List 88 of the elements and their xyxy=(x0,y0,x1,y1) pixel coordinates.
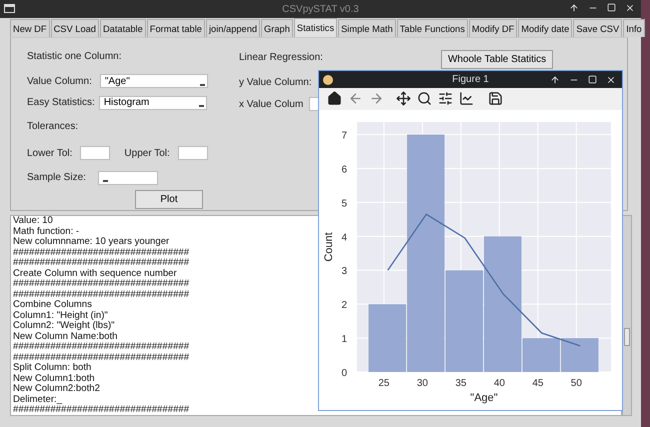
line-chart-button[interactable] xyxy=(459,91,474,106)
y-axis-label: Count xyxy=(323,232,335,262)
x-tick-label: 45 xyxy=(532,378,544,389)
zoom-button[interactable] xyxy=(417,91,432,106)
field-label: y Value Column: xyxy=(239,76,312,88)
log-line: ################################# xyxy=(13,405,190,415)
save-button[interactable] xyxy=(488,91,503,106)
forward-button[interactable] xyxy=(369,91,384,106)
y-tick-label: 4 xyxy=(341,232,347,244)
tab[interactable]: join/append xyxy=(206,19,260,37)
tab[interactable]: Graph xyxy=(261,19,293,37)
keep-above-icon[interactable] xyxy=(550,75,560,85)
section-heading: Statistic one Column: xyxy=(27,51,122,62)
tab[interactable]: Format table xyxy=(146,19,205,37)
x-tick-label: 40 xyxy=(494,378,505,389)
pan-button[interactable] xyxy=(396,91,411,106)
field-label: Easy Statistics: xyxy=(27,97,95,108)
whole-table-statistics-button[interactable]: Whoole Table Statitics xyxy=(440,50,554,68)
tab[interactable]: Datatable xyxy=(100,19,146,37)
y-tick-label: 6 xyxy=(341,164,347,176)
field-label: Value Column: xyxy=(27,76,92,87)
tab[interactable]: Save CSV xyxy=(573,19,622,37)
log-line: ################################# xyxy=(13,248,190,258)
log-line: New Column2:both2 xyxy=(13,384,100,394)
dropdown-arrow-icon xyxy=(198,103,204,108)
log-line: ################################# xyxy=(13,352,190,363)
log-line: Delimeter:_ xyxy=(13,394,62,405)
field-label: Sample Size: xyxy=(27,172,86,184)
figure-title: Figure 1 xyxy=(452,74,489,85)
x-tick-label: 25 xyxy=(378,378,390,389)
window-title: CSVpySTAT v0.3 xyxy=(282,4,359,14)
y-tick-label: 2 xyxy=(341,300,347,312)
upper-tol-field[interactable] xyxy=(178,146,208,160)
tab[interactable]: Modify date xyxy=(518,19,572,37)
app-icon xyxy=(323,75,333,85)
dropdown-arrow-icon xyxy=(102,178,108,182)
tab[interactable]: Modify DF xyxy=(468,19,518,37)
x-tick-label: 50 xyxy=(570,378,582,389)
close-icon[interactable] xyxy=(625,3,635,13)
x-axis-label: "Age" xyxy=(470,392,498,404)
maximize-icon[interactable] xyxy=(588,75,597,84)
plot-button[interactable]: Plot xyxy=(135,190,203,209)
log-line: New columnname: 10 years younger xyxy=(13,237,170,248)
y-tick-label: 3 xyxy=(341,266,347,278)
tab[interactable]: CSV Load xyxy=(50,19,99,37)
lower-tol-field[interactable] xyxy=(80,146,110,160)
tab[interactable]: Table Functions xyxy=(396,19,468,37)
log-line: Combine Columns xyxy=(13,300,92,310)
back-button[interactable] xyxy=(348,91,363,106)
tab[interactable]: New DF xyxy=(10,19,50,37)
log-line: New Column1:both xyxy=(13,374,95,384)
log-line: Column1: "Height (in)" xyxy=(13,310,108,321)
scrollbar[interactable] xyxy=(622,215,632,416)
log-line: New Column Name:both xyxy=(13,332,118,342)
window-icon xyxy=(4,4,15,13)
value-column-dropdown[interactable]: "Age" xyxy=(100,74,208,88)
dropdown-arrow-icon xyxy=(200,82,205,86)
field-label: Upper Tol: xyxy=(124,148,170,159)
y-tick-label: 1 xyxy=(341,334,347,346)
x-tick-label: 35 xyxy=(455,378,466,389)
tab[interactable]: Statistics xyxy=(294,18,338,37)
log-line: Create Column with sequence number xyxy=(13,268,177,279)
y-tick-label: 0 xyxy=(341,368,347,379)
histogram-bar xyxy=(560,338,598,372)
log-line: Column2: "Weight (lbs)" xyxy=(13,321,115,332)
section-heading: Tolerances: xyxy=(27,121,78,132)
scrollbar-thumb[interactable] xyxy=(624,328,630,346)
log-line: ################################# xyxy=(13,258,190,268)
statistics-dropdown[interactable]: Histogram xyxy=(98,96,207,110)
home-button[interactable] xyxy=(327,91,342,106)
log-line: ################################# xyxy=(13,342,190,352)
close-icon[interactable] xyxy=(606,75,616,85)
log-line: Math function: - xyxy=(13,226,80,237)
section-heading: Linear Regression: xyxy=(239,52,323,62)
x-tick-label: 30 xyxy=(416,378,428,389)
configure-button[interactable] xyxy=(438,91,453,106)
tab[interactable]: Simple Math xyxy=(338,19,396,37)
keep-above-icon[interactable] xyxy=(569,3,579,13)
field-label: x Value Colum xyxy=(239,98,304,110)
tab[interactable]: Info xyxy=(623,19,645,37)
y-tick-label: 7 xyxy=(341,130,347,142)
field-label: Lower Tol: xyxy=(27,148,72,159)
log-line: ################################# xyxy=(13,279,190,290)
log-line: ################################# xyxy=(13,290,190,300)
y-tick-label: 5 xyxy=(341,198,347,210)
maximize-icon[interactable] xyxy=(607,3,616,12)
log-line: Split Column: both xyxy=(13,363,92,374)
log-line: Value: 10 xyxy=(13,216,53,226)
